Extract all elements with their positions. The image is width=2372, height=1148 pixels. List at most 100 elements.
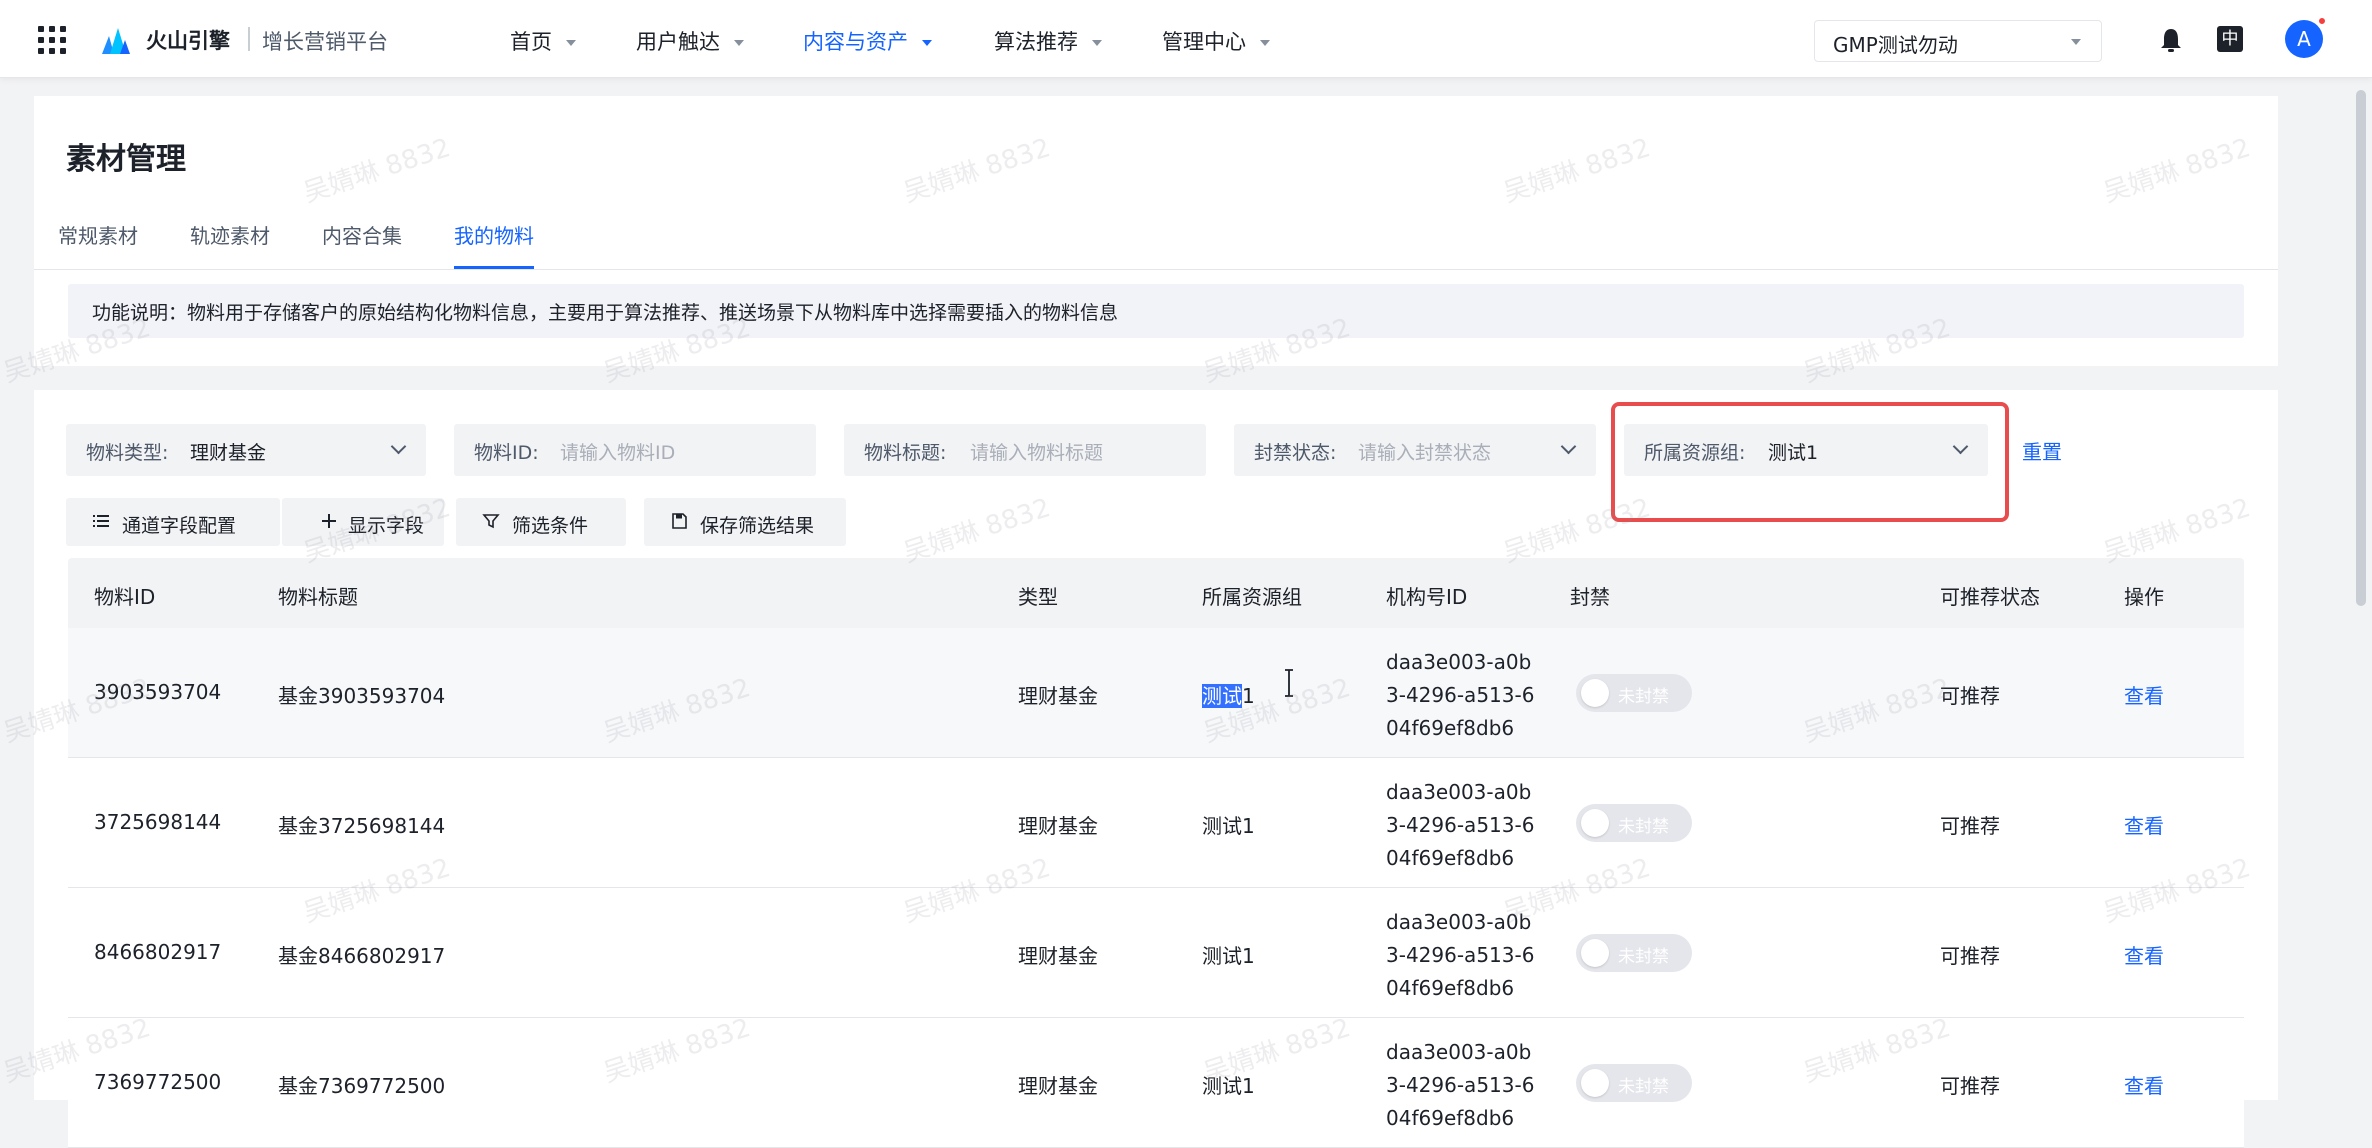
text-cursor-icon [1285, 669, 1293, 697]
cell-resource-group: 测试1 [1202, 814, 1255, 838]
cell-recommend-status: 可推荐 [1940, 814, 2000, 838]
tab-content-collection[interactable]: 内容合集 [322, 220, 402, 249]
cell-recommend-status: 可推荐 [1940, 1074, 2000, 1098]
channel-field-config-label: 通道字段配置 [122, 515, 237, 537]
page-title: 素材管理 [66, 142, 186, 177]
column-header-id: 物料ID [94, 585, 156, 609]
material-tabs: 常规素材 轨迹素材 内容合集 我的物料 [34, 206, 2278, 270]
highlight-annotation-box [1611, 402, 2009, 522]
cell-org-id: daa3e003-a0b 3-4296-a513-6 04f69ef8db6 [1386, 1040, 1535, 1130]
materials-list-card: 物料类型: 理财基金 物料ID: 请输入物料ID 物料标题: 请输入物料标题 封… [34, 390, 2278, 1148]
feature-notice-text: 功能说明：物料用于存储客户的原始结构化物料信息，主要用于算法推荐、推送场景下从物… [92, 302, 1119, 324]
save-filter-result-button[interactable]: 保存筛选结果 [644, 498, 846, 546]
column-header-actions: 操作 [2124, 585, 2164, 609]
filter-conditions-button[interactable]: 筛选条件 [456, 498, 626, 546]
ban-status-label: 封禁状态: [1254, 442, 1337, 464]
cell-material-id: 3903593704 [94, 680, 222, 704]
chevron-down-icon [1560, 438, 1577, 455]
toggle-knob [1581, 1069, 1609, 1097]
ban-toggle[interactable]: 未封禁 [1576, 804, 1692, 842]
page-scrollbar[interactable] [2354, 90, 2368, 1100]
toggle-knob [1581, 679, 1609, 707]
material-title-field[interactable]: 物料标题: 请输入物料标题 [844, 424, 1206, 476]
chevron-down-icon [734, 40, 744, 46]
column-header-resource-group: 所属资源组 [1202, 585, 1302, 609]
cell-resource-group: 测试1 [1202, 684, 1255, 708]
material-id-field[interactable]: 物料ID: 请输入物料ID [454, 424, 816, 476]
column-header-ban: 封禁 [1570, 585, 1610, 609]
material-type-label: 物料类型: [86, 442, 169, 464]
nav-menu-content-assets[interactable]: 内容与资产 [803, 26, 932, 56]
cell-org-id: daa3e003-a0b 3-4296-a513-6 04f69ef8db6 [1386, 780, 1535, 870]
cell-resource-group: 测试1 [1202, 944, 1255, 968]
ban-toggle[interactable]: 未封禁 [1576, 674, 1692, 712]
toggle-knob [1581, 939, 1609, 967]
selected-text: 测试 [1202, 684, 1242, 708]
view-link[interactable]: 查看 [2124, 940, 2164, 969]
cell-resource-group: 测试1 [1202, 1074, 1255, 1098]
chevron-down-icon [1092, 40, 1102, 46]
cell-material-id: 3725698144 [94, 810, 222, 834]
column-header-title: 物料标题 [278, 585, 358, 609]
brand-name: 火山引擎 [146, 29, 230, 53]
apps-grid-icon[interactable] [38, 26, 68, 54]
view-link[interactable]: 查看 [2124, 810, 2164, 839]
ban-toggle[interactable]: 未封禁 [1576, 934, 1692, 972]
cell-material-title: 基金3903593704 [278, 684, 446, 708]
product-name: 增长营销平台 [262, 30, 388, 54]
nav-menu-user-reach[interactable]: 用户触达 [636, 26, 744, 56]
nav-menu-management[interactable]: 管理中心 [1162, 26, 1270, 56]
material-id-placeholder: 请输入物料ID [560, 442, 676, 464]
table-row: 8466802917 基金8466802917 理财基金 测试1 daa3e00… [68, 888, 2244, 1018]
view-link[interactable]: 查看 [2124, 1070, 2164, 1099]
ban-toggle[interactable]: 未封禁 [1576, 1064, 1692, 1102]
cell-material-id: 8466802917 [94, 940, 222, 964]
column-header-recommend-status[interactable]: 可推荐状态 [1940, 581, 2040, 610]
cell-type: 理财基金 [1018, 1074, 1098, 1098]
list-icon [93, 515, 109, 527]
table-row: 3903593704 基金3903593704 理财基金 测试1 daa3e00… [68, 628, 2244, 758]
ban-status-select[interactable]: 封禁状态: 请输入封禁状态 [1234, 424, 1596, 476]
tab-track-material[interactable]: 轨迹素材 [190, 220, 270, 249]
cell-material-title: 基金7369772500 [278, 1074, 446, 1098]
view-link[interactable]: 查看 [2124, 680, 2164, 709]
scrollbar-thumb[interactable] [2356, 90, 2366, 606]
nav-menu-algorithm[interactable]: 算法推荐 [994, 26, 1102, 56]
cell-material-title: 基金8466802917 [278, 944, 446, 968]
cell-recommend-status: 可推荐 [1940, 684, 2000, 708]
feature-notice: 功能说明：物料用于存储客户的原始结构化物料信息，主要用于算法推荐、推送场景下从物… [68, 284, 2244, 338]
notification-dot [2317, 16, 2327, 26]
save-icon [672, 513, 687, 529]
chevron-down-icon [922, 40, 932, 46]
avatar[interactable]: A [2285, 20, 2323, 58]
channel-field-config-button[interactable]: 通道字段配置 [66, 498, 280, 546]
table-header: 物料ID 物料标题 类型 所属资源组 机构号ID 封禁 可推荐状态 操作 [68, 558, 2244, 628]
tab-regular-material[interactable]: 常规素材 [58, 220, 138, 249]
language-switch-icon[interactable]: 中 [2217, 26, 2243, 52]
bell-icon[interactable] [2158, 26, 2184, 54]
show-fields-button[interactable]: 显示字段 [282, 498, 444, 546]
table-row: 7369772500 基金7369772500 理财基金 测试1 daa3e00… [68, 1018, 2244, 1148]
material-title-placeholder: 请输入物料标题 [970, 442, 1104, 464]
filter-icon [482, 514, 500, 529]
cell-org-id: daa3e003-a0b 3-4296-a513-6 04f69ef8db6 [1386, 650, 1535, 740]
volcengine-logo-icon [102, 28, 130, 54]
column-header-type: 类型 [1018, 585, 1058, 609]
table-row: 3725698144 基金3725698144 理财基金 测试1 daa3e00… [68, 758, 2244, 888]
page-header-card: 素材管理 常规素材 轨迹素材 内容合集 我的物料 功能说明：物料用于存储客户的原… [34, 96, 2278, 366]
active-tab-indicator [454, 266, 534, 269]
plus-icon [322, 514, 336, 528]
nav-menu-home[interactable]: 首页 [510, 26, 576, 56]
cell-type: 理财基金 [1018, 814, 1098, 838]
ban-status-placeholder: 请输入封禁状态 [1358, 442, 1492, 464]
cell-material-id: 7369772500 [94, 1070, 222, 1094]
reset-link[interactable]: 重置 [2022, 436, 2062, 465]
save-filter-result-label: 保存筛选结果 [700, 515, 815, 537]
organization-select[interactable]: GMP测试勿动 [1814, 20, 2102, 62]
tab-my-materials[interactable]: 我的物料 [454, 220, 534, 249]
chevron-down-icon [566, 40, 576, 46]
material-type-select[interactable]: 物料类型: 理财基金 [66, 424, 426, 476]
material-type-value: 理财基金 [190, 442, 267, 464]
cell-material-title: 基金3725698144 [278, 814, 446, 838]
show-fields-label: 显示字段 [348, 515, 425, 537]
